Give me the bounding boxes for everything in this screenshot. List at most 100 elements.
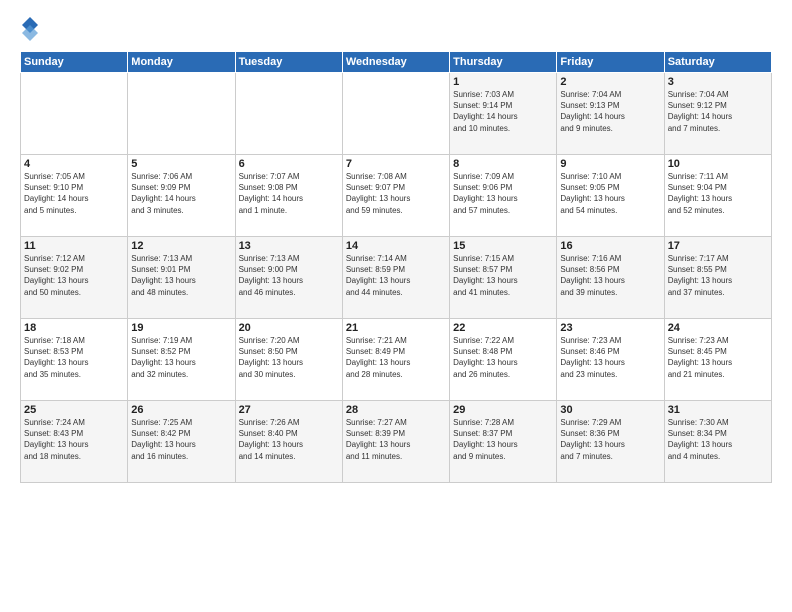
week-row-1: 1Sunrise: 7:03 AMSunset: 9:14 PMDaylight… [21,73,772,155]
day-info: Sunrise: 7:04 AMSunset: 9:13 PMDaylight:… [560,89,660,134]
day-number: 22 [453,322,553,334]
day-info: Sunrise: 7:28 AMSunset: 8:37 PMDaylight:… [453,417,553,462]
day-number: 11 [24,240,124,252]
page: SundayMondayTuesdayWednesdayThursdayFrid… [0,0,792,612]
day-info: Sunrise: 7:12 AMSunset: 9:02 PMDaylight:… [24,253,124,298]
calendar-cell: 10Sunrise: 7:11 AMSunset: 9:04 PMDayligh… [664,155,771,237]
calendar-cell: 19Sunrise: 7:19 AMSunset: 8:52 PMDayligh… [128,319,235,401]
day-number: 26 [131,404,231,416]
day-info: Sunrise: 7:23 AMSunset: 8:45 PMDaylight:… [668,335,768,380]
header [20,15,772,43]
calendar-body: 1Sunrise: 7:03 AMSunset: 9:14 PMDaylight… [21,73,772,483]
week-row-3: 11Sunrise: 7:12 AMSunset: 9:02 PMDayligh… [21,237,772,319]
day-number: 4 [24,158,124,170]
day-info: Sunrise: 7:20 AMSunset: 8:50 PMDaylight:… [239,335,339,380]
day-number: 7 [346,158,446,170]
day-number: 13 [239,240,339,252]
header-day-wednesday: Wednesday [342,52,449,73]
calendar-cell: 28Sunrise: 7:27 AMSunset: 8:39 PMDayligh… [342,401,449,483]
calendar-cell: 16Sunrise: 7:16 AMSunset: 8:56 PMDayligh… [557,237,664,319]
calendar-cell [21,73,128,155]
calendar-cell: 3Sunrise: 7:04 AMSunset: 9:12 PMDaylight… [664,73,771,155]
header-day-tuesday: Tuesday [235,52,342,73]
day-number: 16 [560,240,660,252]
calendar-cell: 22Sunrise: 7:22 AMSunset: 8:48 PMDayligh… [450,319,557,401]
day-info: Sunrise: 7:25 AMSunset: 8:42 PMDaylight:… [131,417,231,462]
day-info: Sunrise: 7:22 AMSunset: 8:48 PMDaylight:… [453,335,553,380]
day-info: Sunrise: 7:11 AMSunset: 9:04 PMDaylight:… [668,171,768,216]
calendar-cell: 6Sunrise: 7:07 AMSunset: 9:08 PMDaylight… [235,155,342,237]
day-number: 19 [131,322,231,334]
day-number: 28 [346,404,446,416]
day-info: Sunrise: 7:24 AMSunset: 8:43 PMDaylight:… [24,417,124,462]
day-number: 21 [346,322,446,334]
day-number: 23 [560,322,660,334]
calendar-cell: 26Sunrise: 7:25 AMSunset: 8:42 PMDayligh… [128,401,235,483]
day-info: Sunrise: 7:26 AMSunset: 8:40 PMDaylight:… [239,417,339,462]
calendar-cell: 14Sunrise: 7:14 AMSunset: 8:59 PMDayligh… [342,237,449,319]
day-info: Sunrise: 7:19 AMSunset: 8:52 PMDaylight:… [131,335,231,380]
day-number: 6 [239,158,339,170]
day-number: 20 [239,322,339,334]
header-row: SundayMondayTuesdayWednesdayThursdayFrid… [21,52,772,73]
day-info: Sunrise: 7:03 AMSunset: 9:14 PMDaylight:… [453,89,553,134]
calendar-cell: 7Sunrise: 7:08 AMSunset: 9:07 PMDaylight… [342,155,449,237]
day-info: Sunrise: 7:08 AMSunset: 9:07 PMDaylight:… [346,171,446,216]
day-number: 3 [668,76,768,88]
day-number: 30 [560,404,660,416]
day-number: 14 [346,240,446,252]
day-info: Sunrise: 7:07 AMSunset: 9:08 PMDaylight:… [239,171,339,216]
day-number: 25 [24,404,124,416]
header-day-monday: Monday [128,52,235,73]
calendar-cell: 17Sunrise: 7:17 AMSunset: 8:55 PMDayligh… [664,237,771,319]
day-info: Sunrise: 7:14 AMSunset: 8:59 PMDaylight:… [346,253,446,298]
day-info: Sunrise: 7:04 AMSunset: 9:12 PMDaylight:… [668,89,768,134]
day-number: 10 [668,158,768,170]
calendar-cell: 31Sunrise: 7:30 AMSunset: 8:34 PMDayligh… [664,401,771,483]
calendar-cell: 24Sunrise: 7:23 AMSunset: 8:45 PMDayligh… [664,319,771,401]
day-info: Sunrise: 7:13 AMSunset: 9:00 PMDaylight:… [239,253,339,298]
day-number: 1 [453,76,553,88]
day-info: Sunrise: 7:17 AMSunset: 8:55 PMDaylight:… [668,253,768,298]
header-day-friday: Friday [557,52,664,73]
calendar-cell: 2Sunrise: 7:04 AMSunset: 9:13 PMDaylight… [557,73,664,155]
day-info: Sunrise: 7:23 AMSunset: 8:46 PMDaylight:… [560,335,660,380]
day-info: Sunrise: 7:09 AMSunset: 9:06 PMDaylight:… [453,171,553,216]
day-info: Sunrise: 7:29 AMSunset: 8:36 PMDaylight:… [560,417,660,462]
day-info: Sunrise: 7:30 AMSunset: 8:34 PMDaylight:… [668,417,768,462]
calendar-cell: 1Sunrise: 7:03 AMSunset: 9:14 PMDaylight… [450,73,557,155]
day-number: 17 [668,240,768,252]
day-number: 24 [668,322,768,334]
calendar-cell: 23Sunrise: 7:23 AMSunset: 8:46 PMDayligh… [557,319,664,401]
day-number: 8 [453,158,553,170]
calendar-cell: 5Sunrise: 7:06 AMSunset: 9:09 PMDaylight… [128,155,235,237]
day-number: 12 [131,240,231,252]
day-number: 15 [453,240,553,252]
day-info: Sunrise: 7:06 AMSunset: 9:09 PMDaylight:… [131,171,231,216]
calendar-cell: 20Sunrise: 7:20 AMSunset: 8:50 PMDayligh… [235,319,342,401]
header-day-saturday: Saturday [664,52,771,73]
day-number: 2 [560,76,660,88]
calendar-cell [128,73,235,155]
calendar-cell: 25Sunrise: 7:24 AMSunset: 8:43 PMDayligh… [21,401,128,483]
day-info: Sunrise: 7:15 AMSunset: 8:57 PMDaylight:… [453,253,553,298]
logo [20,15,44,43]
week-row-4: 18Sunrise: 7:18 AMSunset: 8:53 PMDayligh… [21,319,772,401]
calendar-cell: 13Sunrise: 7:13 AMSunset: 9:00 PMDayligh… [235,237,342,319]
day-info: Sunrise: 7:13 AMSunset: 9:01 PMDaylight:… [131,253,231,298]
day-number: 31 [668,404,768,416]
calendar-cell: 12Sunrise: 7:13 AMSunset: 9:01 PMDayligh… [128,237,235,319]
calendar-table: SundayMondayTuesdayWednesdayThursdayFrid… [20,51,772,483]
day-number: 18 [24,322,124,334]
logo-icon [20,15,40,43]
week-row-5: 25Sunrise: 7:24 AMSunset: 8:43 PMDayligh… [21,401,772,483]
day-info: Sunrise: 7:10 AMSunset: 9:05 PMDaylight:… [560,171,660,216]
calendar-cell: 9Sunrise: 7:10 AMSunset: 9:05 PMDaylight… [557,155,664,237]
calendar-cell: 29Sunrise: 7:28 AMSunset: 8:37 PMDayligh… [450,401,557,483]
calendar-cell: 11Sunrise: 7:12 AMSunset: 9:02 PMDayligh… [21,237,128,319]
day-number: 27 [239,404,339,416]
calendar-cell: 8Sunrise: 7:09 AMSunset: 9:06 PMDaylight… [450,155,557,237]
header-day-thursday: Thursday [450,52,557,73]
calendar-cell: 15Sunrise: 7:15 AMSunset: 8:57 PMDayligh… [450,237,557,319]
calendar-header: SundayMondayTuesdayWednesdayThursdayFrid… [21,52,772,73]
